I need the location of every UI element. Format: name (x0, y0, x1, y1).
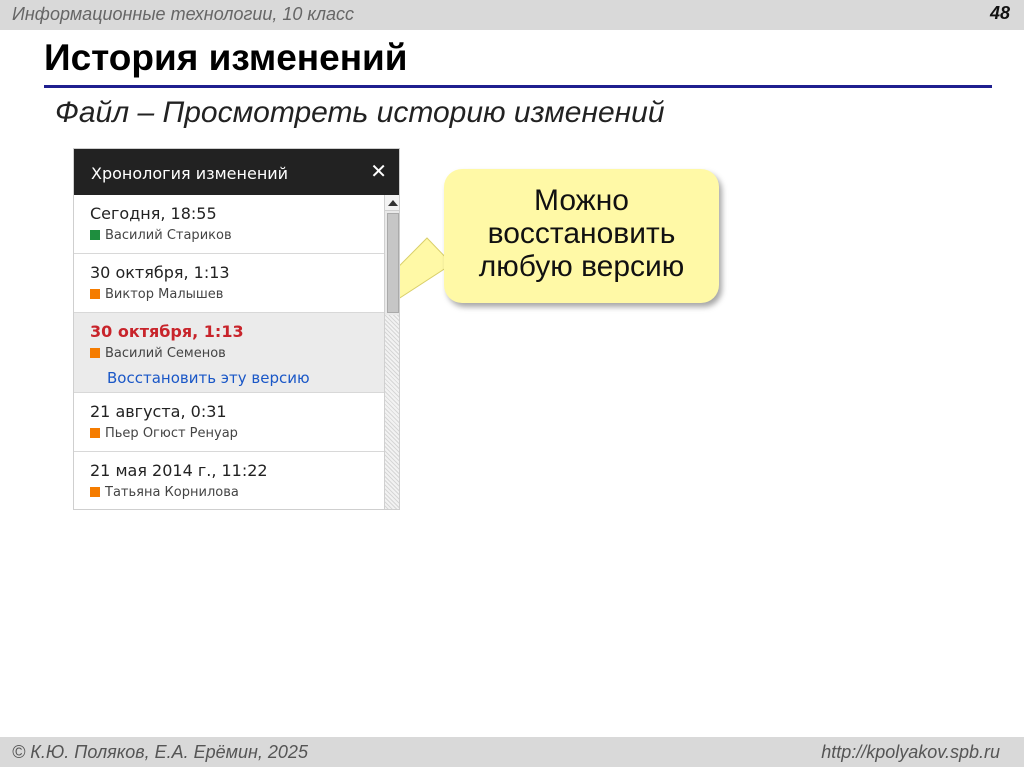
callout-text: Можно восстановить любую версию (444, 184, 719, 283)
revision-item-selected[interactable]: 30 октября, 1:13 Василий Семенов Восстан… (74, 313, 384, 393)
close-icon[interactable]: ✕ (370, 159, 387, 183)
scroll-thumb[interactable] (387, 213, 399, 313)
author-color-swatch (90, 289, 100, 299)
course-title: Информационные технологии, 10 класс (12, 4, 355, 24)
scrollbar[interactable] (384, 195, 399, 509)
author-color-swatch (90, 487, 100, 497)
revision-item[interactable]: 30 октября, 1:13 Виктор Малышев (74, 254, 384, 313)
callout-line: любую версию (478, 250, 685, 283)
revision-date: 21 мая 2014 г., 11:22 (90, 461, 268, 480)
restore-version-link[interactable]: Восстановить эту версию (107, 369, 310, 387)
footer-authors: © К.Ю. Поляков, Е.А. Ерёмин, 2025 (12, 742, 308, 762)
revision-author: Василий Стариков (105, 228, 232, 243)
bottom-bar: © К.Ю. Поляков, Е.А. Ерёмин, 2025 http:/… (0, 737, 1024, 767)
revision-item[interactable]: Сегодня, 18:55 Василий Стариков (74, 195, 384, 254)
author-color-swatch (90, 348, 100, 358)
slide-number: 48 (989, 3, 1010, 23)
revision-author: Пьер Огюст Ренуар (105, 426, 238, 441)
revision-item[interactable]: 21 августа, 0:31 Пьер Огюст Ренуар (74, 393, 384, 452)
history-panel: Хронология изменений ✕ Сегодня, 18:55 Ва… (73, 148, 400, 510)
revision-author: Виктор Малышев (105, 287, 224, 302)
revision-date: 30 октября, 1:13 (90, 322, 244, 341)
revision-date: 21 августа, 0:31 (90, 402, 227, 421)
revision-list: Сегодня, 18:55 Василий Стариков 30 октяб… (74, 195, 384, 509)
callout-bubble: Можно восстановить любую версию (444, 169, 719, 303)
callout-line: восстановить (487, 217, 676, 250)
footer-url[interactable]: http://kpolyakov.spb.ru (821, 742, 1000, 763)
revision-date: Сегодня, 18:55 (90, 204, 217, 223)
history-panel-header: Хронология изменений ✕ (74, 149, 399, 195)
author-color-swatch (90, 428, 100, 438)
title-underline (44, 85, 992, 88)
callout-line: Можно (534, 184, 629, 217)
slide-title: История изменений (44, 37, 408, 78)
revision-author: Татьяна Корнилова (105, 485, 239, 500)
revision-author: Василий Семенов (105, 346, 226, 361)
top-bar: Информационные технологии, 10 класс 48 (0, 0, 1024, 30)
history-panel-title: Хронология изменений (91, 164, 289, 183)
revision-item[interactable]: 21 мая 2014 г., 11:22 Татьяна Корнилова (74, 452, 384, 509)
menu-path: Файл – Просмотреть историю изменений (55, 96, 665, 129)
author-color-swatch (90, 230, 100, 240)
scroll-up-arrow-icon[interactable] (385, 195, 399, 211)
revision-date: 30 октября, 1:13 (90, 263, 230, 282)
scroll-track[interactable] (385, 315, 399, 509)
